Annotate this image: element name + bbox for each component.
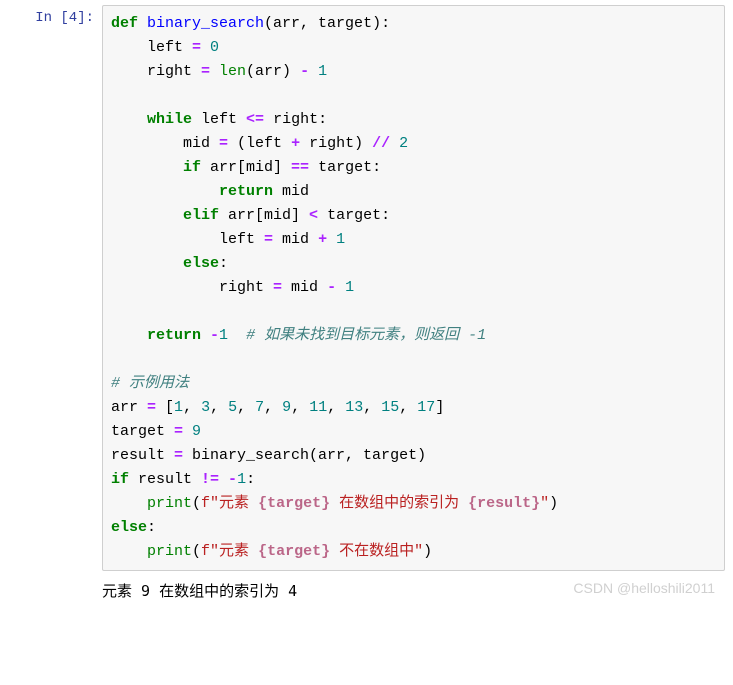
code-source[interactable]: def binary_search(arr, target): left = 0… bbox=[111, 12, 716, 564]
output-prompt-spacer bbox=[0, 576, 94, 605]
code-cell: In [4]: def binary_search(arr, target): … bbox=[0, 0, 733, 576]
input-prompt: In [4]: bbox=[0, 5, 102, 571]
code-input-area[interactable]: def binary_search(arr, target): left = 0… bbox=[102, 5, 725, 571]
watermark-text: CSDN @helloshili2011 bbox=[573, 580, 715, 596]
output-row: 元素 9 在数组中的索引为 4 CSDN @helloshili2011 bbox=[0, 576, 733, 605]
